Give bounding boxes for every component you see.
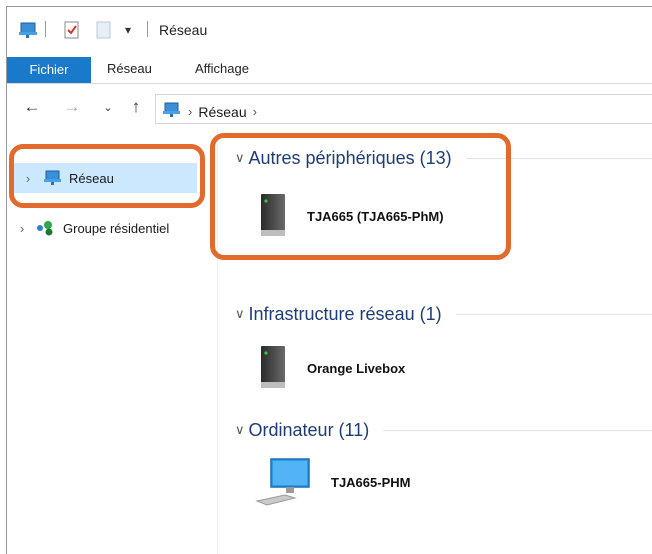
recent-locations-button[interactable]: ⌄ xyxy=(97,96,119,118)
new-folder-icon[interactable] xyxy=(95,19,113,41)
window-title: Réseau xyxy=(159,22,208,38)
chevron-right-icon[interactable]: › xyxy=(15,221,29,236)
pane-divider[interactable] xyxy=(217,127,218,554)
customize-toolbar-icon[interactable]: ▾ xyxy=(125,19,131,41)
item-label: Orange Livebox xyxy=(307,360,406,376)
computer-item-tja665-phm[interactable]: TJA665-PHM xyxy=(255,457,410,507)
chevron-down-icon[interactable]: ∨ xyxy=(235,150,245,166)
homegroup-icon xyxy=(35,219,57,237)
group-title: Ordinateur (11) xyxy=(248,419,370,440)
tab-reseau[interactable]: Réseau xyxy=(107,56,152,82)
group-header-ordinateur[interactable]: ∨ Ordinateur (11) xyxy=(235,417,652,443)
network-icon xyxy=(162,101,182,122)
group-header-autres-peripheriques[interactable]: ∨ Autres périphériques (13) xyxy=(235,145,652,171)
chevron-right-icon[interactable]: › xyxy=(21,171,35,186)
item-label: TJA665-PHM xyxy=(331,474,411,490)
computer-monitor-icon xyxy=(255,457,311,507)
group-title: Infrastructure réseau (1) xyxy=(248,303,442,324)
up-button[interactable]: ↑ xyxy=(125,96,147,118)
network-icon xyxy=(41,169,63,187)
forward-button[interactable]: → xyxy=(61,96,83,118)
navigation-pane: › Réseau › Groupe résidentiel xyxy=(7,133,217,553)
properties-icon[interactable] xyxy=(63,19,81,41)
device-tower-icon xyxy=(259,193,287,239)
group-header-infrastructure-reseau[interactable]: ∨ Infrastructure réseau (1) xyxy=(235,301,652,327)
tab-affichage[interactable]: Affichage xyxy=(195,56,249,82)
tab-fichier[interactable]: Fichier xyxy=(7,57,91,83)
nav-item-label: Réseau xyxy=(69,170,114,186)
explorer-window: ▾ Réseau Fichier Réseau Affichage ← → ⌄ … xyxy=(6,6,652,554)
network-icon[interactable] xyxy=(17,19,39,41)
breadcrumb-separator-icon[interactable]: › xyxy=(253,104,257,119)
ribbon: Fichier Réseau Affichage xyxy=(7,51,652,84)
chevron-down-icon[interactable]: ∨ xyxy=(235,422,245,438)
breadcrumb-reseau[interactable]: Réseau xyxy=(198,104,246,120)
breadcrumb-separator-icon[interactable]: › xyxy=(188,104,192,119)
nav-item-groupe-residentiel[interactable]: › Groupe résidentiel xyxy=(7,213,203,243)
device-item-tja665[interactable]: TJA665 (TJA665-PhM) xyxy=(259,193,444,239)
device-item-orange-livebox[interactable]: Orange Livebox xyxy=(259,345,405,391)
nav-item-label: Groupe résidentiel xyxy=(63,220,170,236)
device-tower-icon xyxy=(259,345,287,391)
nav-item-reseau[interactable]: › Réseau xyxy=(13,163,197,193)
chevron-down-icon[interactable]: ∨ xyxy=(235,306,245,322)
item-label: TJA665 (TJA665-PhM) xyxy=(307,208,444,224)
group-title: Autres périphériques (13) xyxy=(248,147,452,168)
address-row: ← → ⌄ ↑ › Réseau › xyxy=(7,92,652,126)
back-button[interactable]: ← xyxy=(21,96,43,118)
address-bar[interactable]: › Réseau › xyxy=(155,94,652,124)
title-bar: ▾ Réseau xyxy=(7,7,652,51)
